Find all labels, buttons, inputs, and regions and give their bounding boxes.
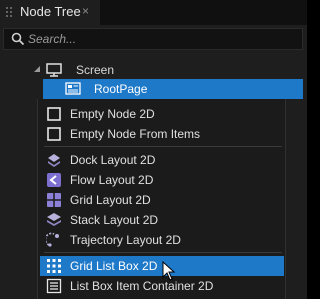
list-box-item-icon — [46, 278, 62, 294]
menu-item-label: Trajectory Layout 2D — [70, 233, 181, 247]
menu-item-label: Empty Node From Items — [70, 127, 201, 141]
menu-item-label: Empty Node 2D — [70, 107, 155, 121]
tab-bar: Node Tree × — [0, 0, 307, 25]
menu-separator — [44, 146, 282, 147]
flow-layout-icon — [47, 173, 61, 187]
menu-item-stack-layout-2d[interactable]: Stack Layout 2D — [40, 210, 284, 230]
menu-item-empty-node-2d[interactable]: Empty Node 2D — [40, 104, 284, 124]
expand-triangle-icon[interactable] — [34, 66, 41, 73]
close-icon[interactable]: × — [82, 4, 89, 18]
tree-node-label: Screen — [76, 63, 115, 77]
menu-item-label: Grid List Box 2D — [70, 259, 158, 273]
search-icon — [11, 32, 25, 46]
dock-layout-icon — [48, 154, 60, 167]
grid-layout-icon — [47, 193, 61, 207]
empty-node-icon — [47, 127, 61, 141]
empty-node-icon — [47, 107, 61, 121]
menu-item-label: Grid Layout 2D — [70, 193, 151, 207]
stack-layout-icon — [47, 213, 61, 226]
menu-item-label: Stack Layout 2D — [70, 213, 159, 227]
trajectory-layout-icon — [46, 232, 59, 247]
menu-item-label: Flow Layout 2D — [70, 173, 154, 187]
search-box[interactable] — [3, 28, 303, 50]
tab-title: Node Tree — [20, 4, 81, 19]
page-icon — [65, 82, 81, 95]
menu-item-empty-node-from-items[interactable]: Empty Node From Items — [40, 124, 284, 144]
tree-node-label: RootPage — [94, 82, 148, 96]
mouse-pointer-icon — [162, 261, 176, 281]
menu-item-label: Dock Layout 2D — [70, 153, 156, 167]
tab-node-tree[interactable]: Node Tree × — [0, 0, 100, 25]
menu-item-grid-layout-2d[interactable]: Grid Layout 2D — [40, 190, 284, 210]
menu-separator — [44, 252, 282, 253]
screen-icon — [46, 63, 62, 77]
tree-node-screen[interactable]: Screen — [0, 60, 307, 80]
grid-list-box-icon — [47, 259, 61, 273]
search-input[interactable] — [28, 30, 298, 48]
tree-node-rootpage[interactable]: RootPage — [43, 79, 303, 99]
grip-icon[interactable] — [5, 6, 13, 18]
menu-item-label: List Box Item Container 2D — [70, 279, 214, 293]
node-tree-panel: Node Tree × Screen RootPage — [0, 0, 307, 299]
menu-item-dock-layout-2d[interactable]: Dock Layout 2D — [40, 150, 284, 170]
menu-item-trajectory-layout-2d[interactable]: Trajectory Layout 2D — [40, 230, 284, 250]
menu-item-flow-layout-2d[interactable]: Flow Layout 2D — [40, 170, 284, 190]
